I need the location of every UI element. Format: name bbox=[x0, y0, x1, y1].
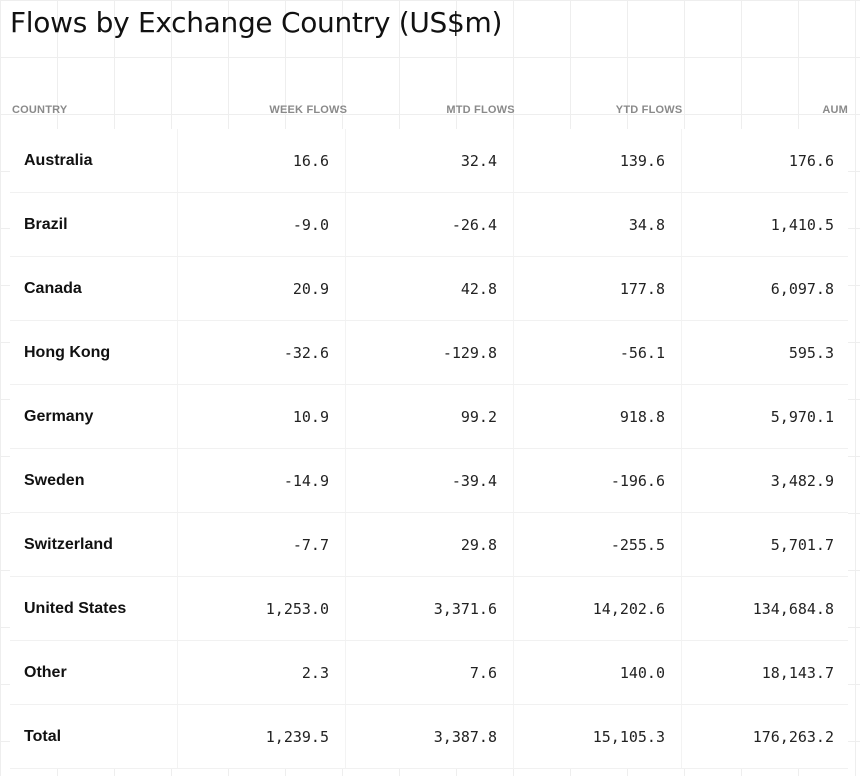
week-flows-cell: -7.7 bbox=[178, 513, 346, 576]
ytd-flows-cell: 34.8 bbox=[514, 193, 682, 256]
week-flows-cell: -9.0 bbox=[178, 193, 346, 256]
country-cell: Australia bbox=[10, 129, 178, 192]
mtd-flows-cell: 32.4 bbox=[346, 129, 514, 192]
country-cell: Brazil bbox=[10, 193, 178, 256]
table-body: Australia 16.6 32.4 139.6 176.6 Brazil -… bbox=[10, 129, 848, 769]
flows-table: COUNTRY WEEK FLOWS MTD FLOWS YTD FLOWS A… bbox=[10, 94, 848, 769]
aum-cell: 5,701.7 bbox=[770, 535, 834, 554]
table-row: United States 1,253.0 3,371.6 14,202.6 1… bbox=[10, 577, 848, 641]
table-title: Flows by Exchange Country (US$m) bbox=[10, 6, 503, 39]
column-header-aum: AUM bbox=[822, 104, 848, 116]
week-flows-cell: 10.9 bbox=[178, 385, 346, 448]
country-cell: Switzerland bbox=[10, 513, 178, 576]
ytd-flows-cell: 177.8 bbox=[514, 257, 682, 320]
column-header-week-flows: WEEK FLOWS bbox=[269, 104, 348, 116]
week-flows-cell: 2.3 bbox=[178, 641, 346, 704]
ytd-flows-cell: 15,105.3 bbox=[514, 705, 682, 768]
aum-cell: 6,097.8 bbox=[770, 279, 834, 298]
country-cell: Total bbox=[10, 705, 178, 768]
table-row: Hong Kong -32.6 -129.8 -56.1 595.3 bbox=[10, 321, 848, 385]
ytd-flows-cell: 140.0 bbox=[514, 641, 682, 704]
country-cell: Germany bbox=[10, 385, 178, 448]
mtd-flows-cell: 7.6 bbox=[346, 641, 514, 704]
mtd-flows-cell: 42.8 bbox=[346, 257, 514, 320]
column-header-ytd-flows: YTD FLOWS bbox=[615, 104, 683, 116]
country-cell: Other bbox=[10, 641, 178, 704]
aum-cell: 3,482.9 bbox=[770, 471, 834, 490]
country-cell: United States bbox=[10, 577, 178, 640]
mtd-flows-cell: 99.2 bbox=[346, 385, 514, 448]
aum-cell: 18,143.7 bbox=[761, 663, 834, 682]
week-flows-cell: -32.6 bbox=[178, 321, 346, 384]
country-cell: Sweden bbox=[10, 449, 178, 512]
table-row: Other 2.3 7.6 140.0 18,143.7 bbox=[10, 641, 848, 705]
week-flows-cell: 1,239.5 bbox=[178, 705, 346, 768]
aum-cell: 1,410.5 bbox=[770, 215, 834, 234]
column-header-mtd-flows: MTD FLOWS bbox=[446, 104, 515, 116]
aum-cell: 134,684.8 bbox=[752, 599, 834, 618]
mtd-flows-cell: 3,371.6 bbox=[346, 577, 514, 640]
table-row: Sweden -14.9 -39.4 -196.6 3,482.9 bbox=[10, 449, 848, 513]
mtd-flows-cell: -39.4 bbox=[346, 449, 514, 512]
mtd-flows-cell: -129.8 bbox=[346, 321, 514, 384]
table-row-total: Total 1,239.5 3,387.8 15,105.3 176,263.2 bbox=[10, 705, 848, 769]
country-cell: Canada bbox=[10, 257, 178, 320]
ytd-flows-cell: -255.5 bbox=[514, 513, 682, 576]
table-row: Australia 16.6 32.4 139.6 176.6 bbox=[10, 129, 848, 193]
table-header-row: COUNTRY WEEK FLOWS MTD FLOWS YTD FLOWS A… bbox=[10, 94, 848, 126]
table-row: Brazil -9.0 -26.4 34.8 1,410.5 bbox=[10, 193, 848, 257]
aum-cell: 176,263.2 bbox=[752, 727, 834, 746]
aum-cell: 5,970.1 bbox=[770, 407, 834, 426]
ytd-flows-cell: 918.8 bbox=[514, 385, 682, 448]
ytd-flows-cell: 14,202.6 bbox=[514, 577, 682, 640]
ytd-flows-cell: 139.6 bbox=[514, 129, 682, 192]
aum-cell: 176.6 bbox=[788, 151, 834, 170]
country-cell: Hong Kong bbox=[10, 321, 178, 384]
week-flows-cell: 1,253.0 bbox=[178, 577, 346, 640]
week-flows-cell: 20.9 bbox=[178, 257, 346, 320]
mtd-flows-cell: 3,387.8 bbox=[346, 705, 514, 768]
table-row: Switzerland -7.7 29.8 -255.5 5,701.7 bbox=[10, 513, 848, 577]
mtd-flows-cell: 29.8 bbox=[346, 513, 514, 576]
table-row: Canada 20.9 42.8 177.8 6,097.8 bbox=[10, 257, 848, 321]
ytd-flows-cell: -56.1 bbox=[514, 321, 682, 384]
table-row: Germany 10.9 99.2 918.8 5,970.1 bbox=[10, 385, 848, 449]
column-header-country: COUNTRY bbox=[12, 104, 68, 116]
mtd-flows-cell: -26.4 bbox=[346, 193, 514, 256]
aum-cell: 595.3 bbox=[788, 343, 834, 362]
week-flows-cell: -14.9 bbox=[178, 449, 346, 512]
week-flows-cell: 16.6 bbox=[178, 129, 346, 192]
ytd-flows-cell: -196.6 bbox=[514, 449, 682, 512]
